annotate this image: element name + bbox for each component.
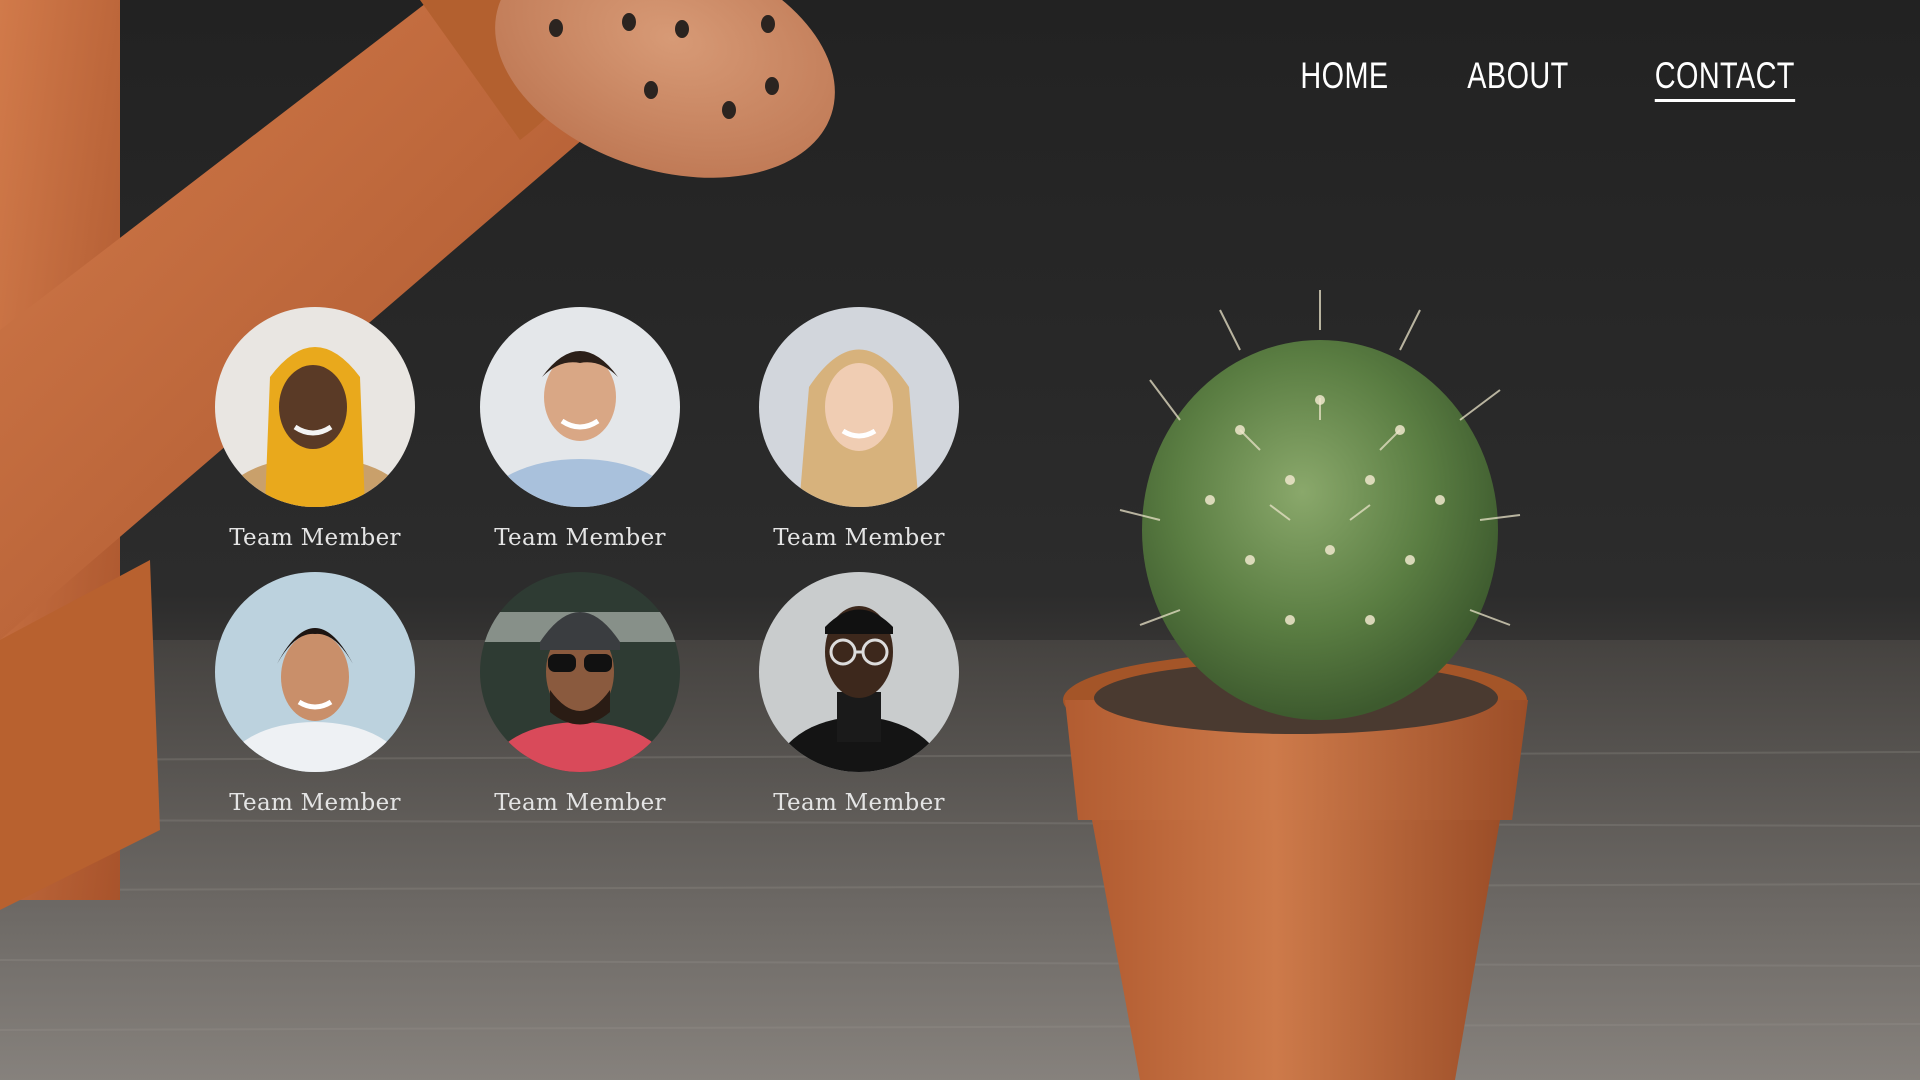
team-member-name: Team Member: [229, 790, 401, 816]
team-member-name: Team Member: [229, 525, 401, 551]
nav-home-link[interactable]: HOME: [1301, 55, 1389, 97]
team-member-avatar: [759, 572, 959, 772]
team-member-avatar: [759, 307, 959, 507]
team-member-name: Team Member: [773, 525, 945, 551]
team-member-card[interactable]: Team Member: [195, 307, 435, 551]
team-member-avatar: [215, 572, 415, 772]
team-member-avatar: [480, 572, 680, 772]
team-member-name: Team Member: [773, 790, 945, 816]
team-member-name: Team Member: [494, 525, 666, 551]
team-member-avatar: [215, 307, 415, 507]
team-member-card[interactable]: Team Member: [460, 307, 700, 551]
team-member-card[interactable]: Team Member: [195, 572, 435, 816]
nav-about-link[interactable]: ABOUT: [1468, 55, 1569, 97]
team-member-card[interactable]: Team Member: [739, 572, 979, 816]
team-member-card[interactable]: Team Member: [460, 572, 700, 816]
team-member-card[interactable]: Team Member: [739, 307, 979, 551]
team-member-name: Team Member: [494, 790, 666, 816]
main-navigation: HOME ABOUT CONTACT: [1288, 55, 1815, 102]
team-member-avatar: [480, 307, 680, 507]
nav-contact-link[interactable]: CONTACT: [1655, 55, 1796, 102]
